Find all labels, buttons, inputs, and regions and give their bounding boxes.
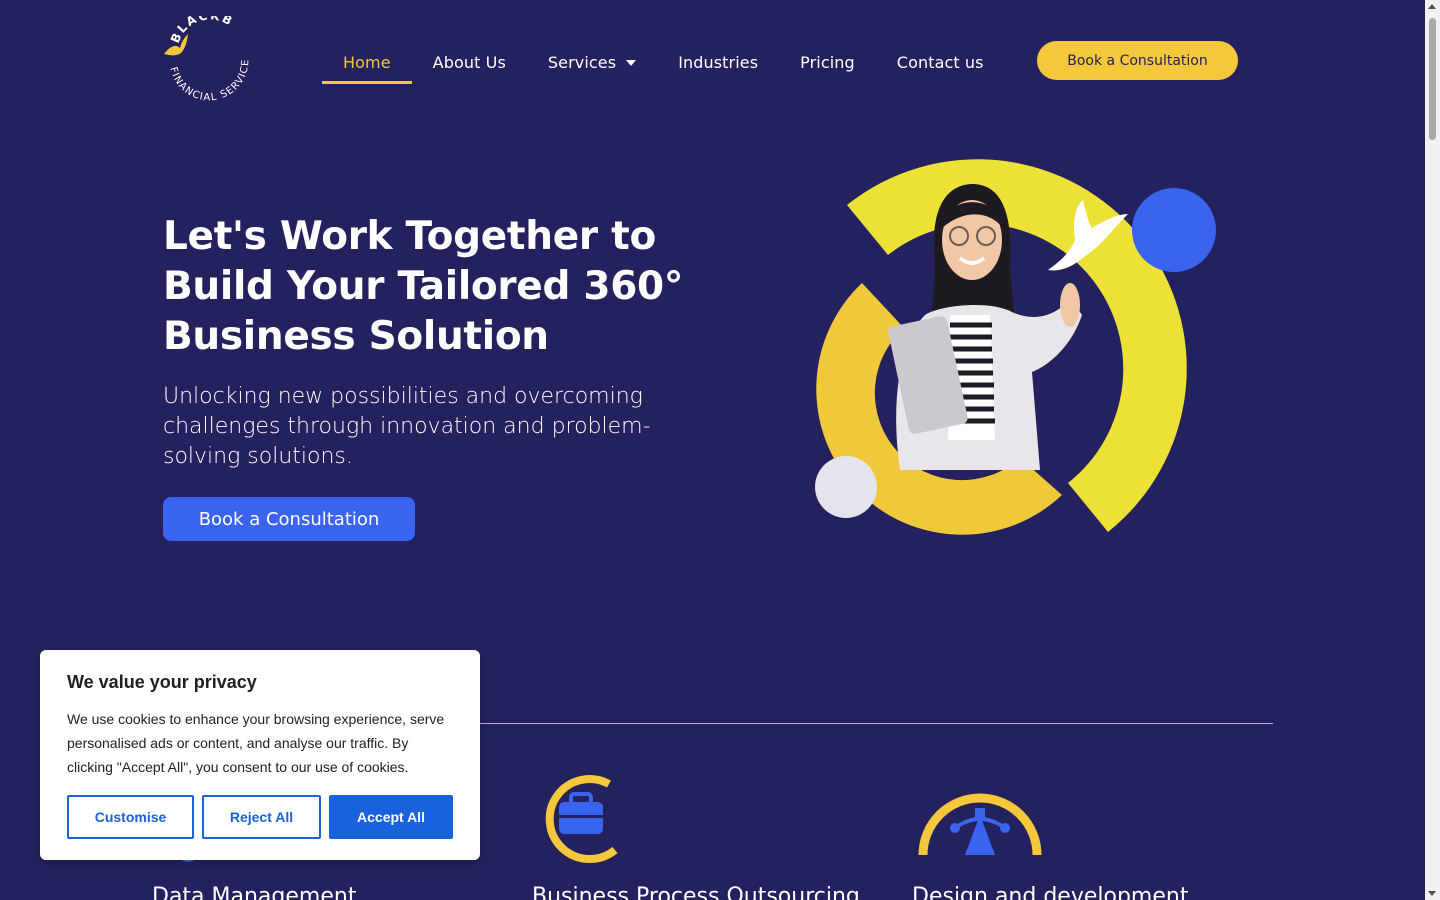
header-book-consultation-button[interactable]: Book a Consultation xyxy=(1037,41,1238,80)
caret-down-icon xyxy=(626,60,637,66)
logo[interactable]: BLACKB FINANCIAL SERVICES xyxy=(156,8,254,106)
logo-mark: BLACKB FINANCIAL SERVICES xyxy=(156,8,251,103)
gray-circle-shape xyxy=(815,456,877,518)
page-scrollbar[interactable] xyxy=(1425,0,1440,900)
nav-contact-us[interactable]: Contact us xyxy=(876,40,1005,84)
logo-bottom-text: FINANCIAL SERVICES xyxy=(156,8,250,103)
scroll-down-icon[interactable] xyxy=(1428,891,1436,896)
nav-pricing[interactable]: Pricing xyxy=(779,40,876,84)
cookie-accept-all-button[interactable]: Accept All xyxy=(329,795,453,839)
nav-services[interactable]: Services xyxy=(527,40,657,84)
svg-text:FINANCIAL SERVICES: FINANCIAL SERVICES xyxy=(160,16,251,103)
hero-book-consultation-button[interactable]: Book a Consultation xyxy=(163,497,415,541)
scroll-up-icon[interactable] xyxy=(1428,4,1436,9)
cookie-customise-button[interactable]: Customise xyxy=(67,795,194,839)
service-title-data-management: Data Management xyxy=(152,884,357,900)
vector-design-icon xyxy=(918,793,1042,856)
nav-about-us[interactable]: About Us xyxy=(412,40,527,84)
hero-illustration xyxy=(800,140,1240,550)
service-title-design: Design and development xyxy=(912,884,1189,900)
cookie-reject-all-button[interactable]: Reject All xyxy=(202,795,321,839)
service-title-bpo: Business Process Outsourcing xyxy=(532,884,860,900)
hero-title: Let's Work Together to Build Your Tailor… xyxy=(163,214,684,359)
cookie-title: We value your privacy xyxy=(67,672,257,692)
logo-top-text: BLACKB xyxy=(168,8,234,45)
main-nav: Home About Us Services Industries Pricin… xyxy=(322,40,1005,84)
hero-subtitle: Unlocking new possibilities and overcomi… xyxy=(163,384,651,469)
cookie-consent-banner: We value your privacy We use cookies to … xyxy=(40,650,480,860)
nav-home[interactable]: Home xyxy=(322,40,412,84)
scroll-thumb[interactable] xyxy=(1429,18,1436,140)
svg-text:BLACKB: BLACKB xyxy=(168,16,236,45)
briefcase-icon xyxy=(545,775,618,864)
nav-industries[interactable]: Industries xyxy=(657,40,779,84)
blue-circle-shape xyxy=(1132,188,1216,272)
cookie-text: We use cookies to enhance your browsing … xyxy=(67,711,445,775)
